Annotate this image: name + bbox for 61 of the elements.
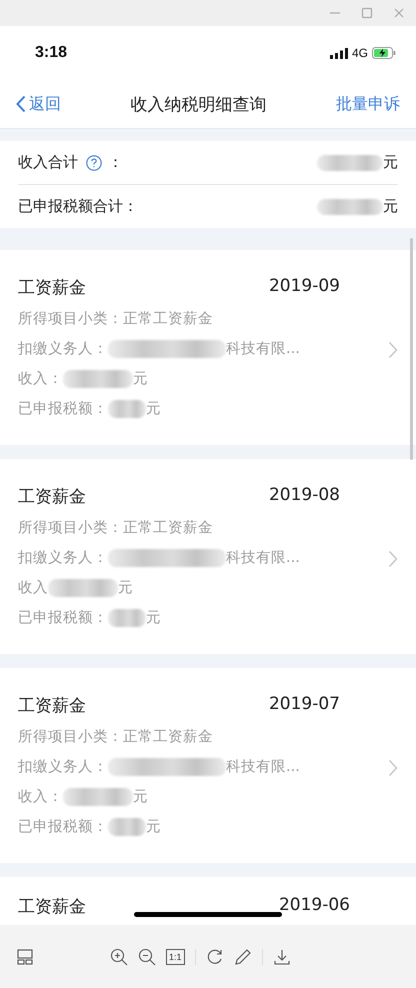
field-label: 扣缴义务人： (18, 548, 108, 567)
record-card[interactable]: 工资薪金 2019-08 所得项目小类：正常工资薪金 扣缴义务人： 科技有限... 收入 元 已申报税额： 元 (0, 459, 416, 654)
field-value: 元 (118, 579, 133, 597)
field-label: 已申报税额： (18, 818, 108, 836)
chevron-right-icon (388, 340, 398, 358)
chevron-right-icon (388, 550, 398, 568)
record-card[interactable]: 工资薪金 2019-07 所得项目小类：正常工资薪金 扣缴义务人： 科技有限... 收入： 元 已申报税额： 元 (0, 668, 416, 863)
record-category: 工资薪金 (18, 277, 86, 299)
field-label: 已申报税额： (18, 400, 108, 418)
field-value: 正常工资薪金 (123, 728, 213, 746)
field-value: 元 (133, 370, 148, 388)
summary-label: 已申报税额合计： (18, 197, 138, 216)
pencil-icon[interactable] (234, 948, 252, 966)
record-category: 工资薪金 (18, 486, 86, 508)
field-label: 所得项目小类： (18, 728, 123, 746)
status-time: 3:18 (35, 44, 68, 62)
download-icon[interactable] (272, 948, 291, 966)
field-value: 元 (133, 788, 148, 806)
record-period: 2019-07 (268, 694, 340, 716)
actual-size-button[interactable]: 1:1 (166, 948, 185, 964)
field-label: 扣缴义务人： (18, 758, 108, 776)
field-value: 正常工资薪金 (123, 310, 213, 328)
network-label: 4G (352, 46, 368, 60)
record-category: 工资薪金 (18, 896, 86, 918)
unit-label: 元 (383, 197, 398, 216)
back-button[interactable]: 返回 (16, 94, 61, 114)
record-card[interactable]: 工资薪金 2019-09 所得项目小类：正常工资薪金 扣缴义务人： 科技有限... 收入： 元 已申报税额： 元 (0, 250, 416, 445)
rotate-icon[interactable] (206, 948, 224, 966)
redaction-blur (317, 154, 383, 170)
field-value: 元 (146, 400, 161, 418)
chevron-left-icon (16, 95, 26, 113)
field-value: 科技有限... (226, 549, 300, 567)
batch-appeal-button[interactable]: 批量申诉 (336, 94, 400, 114)
record-period: 2019-09 (268, 276, 340, 298)
field-label: 所得项目小类： (18, 310, 123, 328)
field-value: 正常工资薪金 (123, 519, 213, 537)
field-label: 收入： (18, 370, 63, 388)
record-period: 2019-06 (278, 895, 350, 917)
zoom-in-icon[interactable] (110, 948, 128, 966)
unit-label: 元 (383, 153, 398, 172)
page-title: 收入纳税明细查询 (130, 94, 266, 116)
record-card[interactable]: 工资薪金 2019-06 (0, 877, 416, 925)
zoom-out-icon[interactable] (138, 948, 156, 966)
field-label: 所得项目小类： (18, 519, 123, 537)
record-period: 2019-08 (268, 485, 340, 507)
field-label: 已申报税额： (18, 608, 108, 627)
signal-icon (330, 48, 348, 58)
field-value: 科技有限... (226, 758, 300, 776)
chevron-right-icon (388, 758, 398, 776)
field-label: 收入： (18, 788, 63, 806)
redaction-blur (317, 198, 383, 214)
field-value: 科技有限... (226, 340, 300, 358)
field-value: 元 (146, 818, 161, 836)
layout-icon[interactable] (17, 948, 33, 964)
field-label: 收入 (18, 579, 48, 597)
summary-colon: ： (108, 153, 123, 172)
record-category: 工资薪金 (18, 695, 86, 717)
field-label: 扣缴义务人： (18, 340, 108, 358)
summary-label: 收入合计 (18, 153, 78, 172)
field-value: 元 (146, 609, 161, 627)
help-icon[interactable] (86, 154, 102, 170)
